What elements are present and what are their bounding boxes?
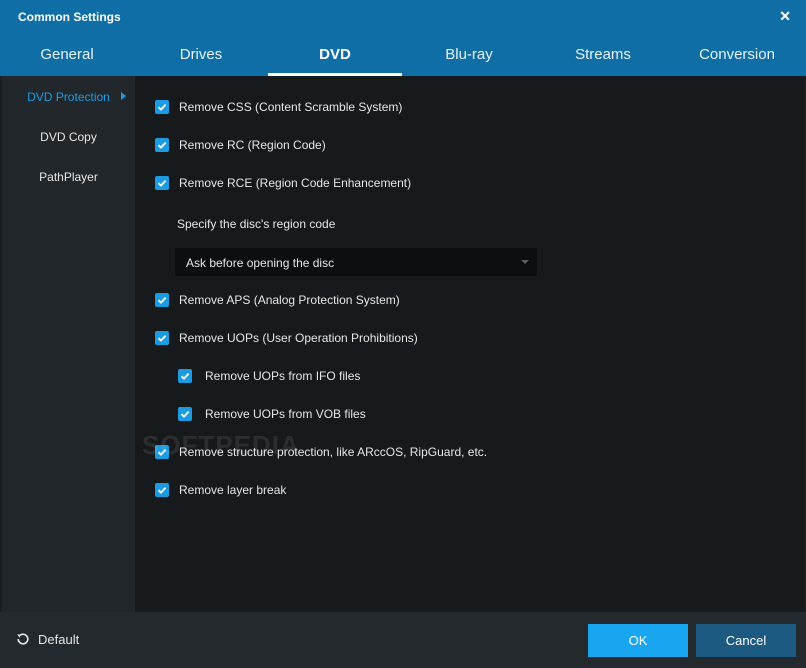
ok-button[interactable]: OK [588,624,688,657]
remove-css-option[interactable]: Remove CSS (Content Scramble System) [155,100,402,114]
option-label: Remove layer break [179,483,287,497]
option-label: Remove UOPs from VOB files [205,407,366,421]
checkbox-checked-icon[interactable] [178,369,192,383]
default-label: Default [38,631,80,647]
window-title: Common Settings [18,10,121,24]
option-label: Remove UOPs from IFO files [205,369,361,383]
option-label: Remove APS (Analog Protection System) [179,293,400,307]
settings-panel: Remove CSS (Content Scramble System) Rem… [135,76,804,612]
remove-uops-option[interactable]: Remove UOPs (User Operation Prohibitions… [155,331,418,345]
region-code-select[interactable]: Ask before opening the disc [175,248,537,276]
tab-drives[interactable]: Drives [134,40,268,76]
tab-dvd[interactable]: DVD [268,40,402,76]
remove-aps-option[interactable]: Remove APS (Analog Protection System) [155,293,400,307]
tab-blu-ray[interactable]: Blu-ray [402,40,536,76]
close-icon[interactable]: ✕ [779,8,791,25]
sidebar-item-label: PathPlayer [39,170,98,184]
dialog-footer: Default OK Cancel [0,612,806,668]
tab-conversion[interactable]: Conversion [670,40,804,76]
sidebar-item-label: DVD Protection [27,90,110,104]
tab-streams[interactable]: Streams [536,40,670,76]
remove-uops-vob-option[interactable]: Remove UOPs from VOB files [178,407,366,421]
sidebar: DVD Protection DVD Copy PathPlayer [2,76,135,612]
option-label: Remove CSS (Content Scramble System) [179,100,403,114]
cancel-button[interactable]: Cancel [696,624,796,657]
sidebar-item-dvd-protection[interactable]: DVD Protection [2,90,135,104]
region-code-label: Specify the disc's region code [177,217,336,231]
sidebar-item-dvd-copy[interactable]: DVD Copy [2,130,135,144]
remove-uops-ifo-option[interactable]: Remove UOPs from IFO files [178,369,360,383]
checkbox-checked-icon[interactable] [155,138,169,152]
tab-general[interactable]: General [0,40,134,76]
reset-icon [17,633,29,645]
remove-layer-break-option[interactable]: Remove layer break [155,483,286,497]
option-label: Remove RCE (Region Code Enhancement) [179,176,412,190]
checkbox-checked-icon[interactable] [155,331,169,345]
remove-rc-option[interactable]: Remove RC (Region Code) [155,138,326,152]
checkbox-checked-icon[interactable] [155,100,169,114]
checkbox-checked-icon[interactable] [178,407,192,421]
tab-bar: General Drives DVD Blu-ray Streams Conve… [0,40,806,76]
chevron-down-icon [521,260,529,264]
sidebar-item-label: DVD Copy [40,130,97,144]
chevron-right-icon [121,92,126,100]
checkbox-checked-icon[interactable] [155,483,169,497]
watermark: SOFTPEDIA [142,430,300,460]
sidebar-item-pathplayer[interactable]: PathPlayer [2,170,135,184]
remove-rce-option[interactable]: Remove RCE (Region Code Enhancement) [155,176,411,190]
region-code-value: Ask before opening the disc [186,256,335,270]
option-label: Remove UOPs (User Operation Prohibitions… [179,331,418,345]
checkbox-checked-icon[interactable] [155,293,169,307]
checkbox-checked-icon[interactable] [155,176,169,190]
option-label: Remove RC (Region Code) [179,138,326,152]
dialog-header: Common Settings ✕ General Drives DVD Blu… [0,0,806,76]
default-button[interactable]: Default [15,631,79,647]
